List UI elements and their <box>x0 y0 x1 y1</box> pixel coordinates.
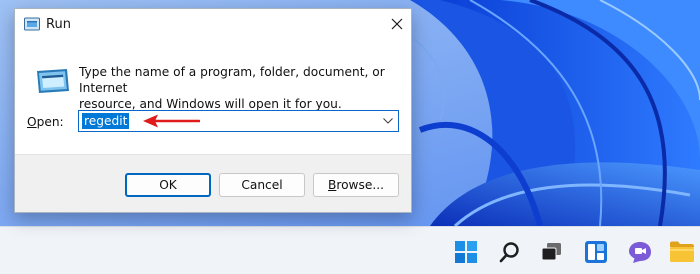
file-explorer-icon[interactable] <box>666 236 698 268</box>
description-line-1: Type the name of a program, folder, docu… <box>79 65 385 95</box>
browse-label: rowse... <box>336 178 384 192</box>
dialog-title: Run <box>46 17 71 32</box>
close-button[interactable] <box>385 13 409 35</box>
task-view-icon[interactable] <box>536 236 568 268</box>
run-description: Type the name of a program, folder, docu… <box>79 64 399 112</box>
browse-button[interactable]: Browse... <box>313 173 399 197</box>
close-icon <box>391 18 403 30</box>
start-icon[interactable] <box>450 236 482 268</box>
open-combobox[interactable]: regedit <box>78 110 399 132</box>
open-label-accesskey: O <box>27 115 37 129</box>
chat-icon[interactable] <box>624 236 656 268</box>
title-bar[interactable]: Run <box>15 9 411 40</box>
widgets-icon[interactable] <box>580 236 612 268</box>
run-program-icon <box>33 65 73 97</box>
open-label-text: pen: <box>36 115 64 129</box>
ok-button[interactable]: OK <box>125 173 211 197</box>
run-dialog: Run Type the name of a program, folder, … <box>14 8 412 213</box>
open-label: Open: <box>27 115 64 129</box>
search-icon[interactable] <box>494 236 526 268</box>
cancel-button[interactable]: Cancel <box>219 173 305 197</box>
taskbar <box>0 226 700 274</box>
open-input-selected-text[interactable]: regedit <box>82 113 130 129</box>
run-icon <box>24 17 40 31</box>
dialog-footer: OK Cancel Browse... <box>15 154 411 212</box>
chevron-down-icon <box>383 118 393 124</box>
combobox-dropdown-button[interactable] <box>380 114 396 128</box>
red-arrow-icon <box>142 113 201 129</box>
